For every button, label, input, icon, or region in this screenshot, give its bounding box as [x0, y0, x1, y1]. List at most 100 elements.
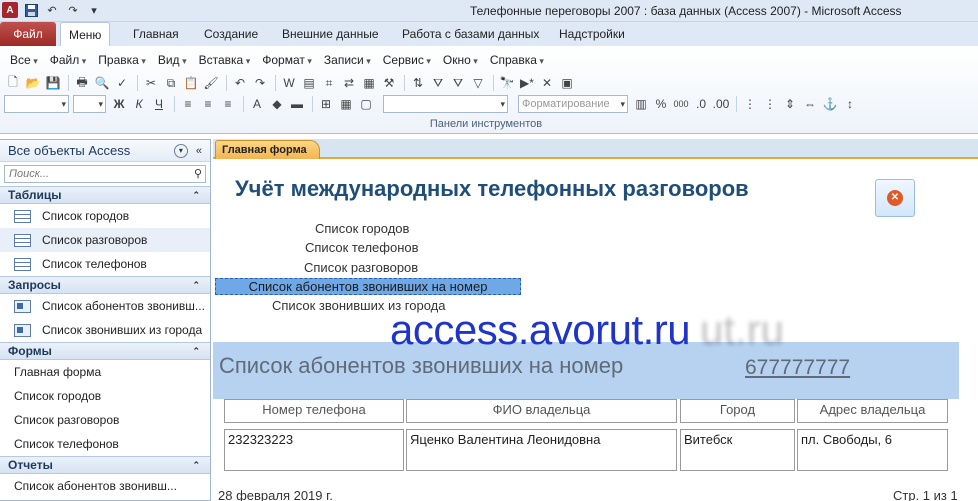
bold-icon[interactable]: Ж	[110, 95, 128, 113]
special-effect-icon[interactable]: ▢	[357, 95, 375, 113]
menu-insert[interactable]: Вставка	[193, 53, 257, 67]
italic-icon[interactable]: К	[130, 95, 148, 113]
border-icon[interactable]: ▦	[337, 95, 355, 113]
relationships-icon[interactable]: ⇄	[340, 74, 358, 92]
sort-icon[interactable]: ⇅	[409, 74, 427, 92]
code-icon[interactable]: ⌗	[320, 74, 338, 92]
nav-item-form[interactable]: Главная форма	[0, 301, 230, 384]
nav-group-tables[interactable]: Таблицы ⌃	[0, 186, 210, 204]
format-painter-icon[interactable]: 🖌	[202, 74, 220, 92]
tab-home[interactable]: Главная	[125, 22, 187, 46]
find-icon[interactable]: 🔭	[498, 74, 516, 92]
paste-icon[interactable]: 📋	[182, 74, 200, 92]
nav-item-table[interactable]: Список телефонов	[0, 252, 210, 276]
redo-icon[interactable]: ↷	[65, 2, 81, 18]
open-icon[interactable]: 📂	[24, 74, 42, 92]
thousands-icon[interactable]: 000	[672, 95, 690, 113]
tab-create[interactable]: Создание	[196, 22, 266, 46]
tab-file[interactable]: Файл	[0, 22, 56, 46]
access-app-icon[interactable]: A	[2, 2, 18, 18]
link-subscribers-called[interactable]: Список абонентов звонивших на номер	[215, 278, 521, 295]
nav-item-form[interactable]: Список разговоров	[0, 301, 230, 432]
filter-selection-icon[interactable]: ⛛	[429, 74, 447, 92]
format-combo[interactable]: Форматирование	[518, 95, 628, 113]
align-right-icon[interactable]: ≡	[219, 95, 237, 113]
conditional-format-icon[interactable]: ▥	[632, 95, 650, 113]
delete-record-icon[interactable]: ✕	[538, 74, 556, 92]
tab-database-tools[interactable]: Работа с базами данных	[394, 22, 547, 46]
underline-icon[interactable]: Ч	[150, 95, 168, 113]
search-input[interactable]	[5, 168, 175, 180]
link-calls[interactable]: Список разговоров	[304, 260, 418, 275]
nav-item-form[interactable]: Список телефонов	[0, 301, 230, 456]
nav-item-table[interactable]: Список городов	[0, 204, 210, 228]
close-form-button[interactable]: ✕	[875, 179, 915, 217]
print-preview-icon[interactable]: 🔍	[93, 74, 111, 92]
copy-icon[interactable]: ⧉	[162, 74, 180, 92]
object-combo[interactable]	[4, 95, 69, 113]
tab-menu[interactable]: Меню	[60, 22, 111, 46]
line-color-icon[interactable]: ▬	[288, 95, 306, 113]
undo-icon[interactable]: ↶	[231, 74, 249, 92]
menu-edit[interactable]: Правка	[92, 53, 152, 67]
analyze-icon[interactable]: ▤	[300, 74, 318, 92]
new-record-icon[interactable]: ▶*	[518, 74, 536, 92]
chevron-down-icon[interactable]: ▾	[173, 143, 188, 158]
font-size-combo[interactable]	[73, 95, 106, 113]
menu-all[interactable]: Все	[4, 53, 44, 67]
font-color-icon[interactable]: A	[248, 95, 266, 113]
nav-group-forms[interactable]: Формы ⌃	[0, 342, 210, 360]
menu-tools[interactable]: Сервис	[377, 53, 437, 67]
table-combo[interactable]	[383, 95, 508, 113]
link-cities[interactable]: Список городов	[315, 221, 409, 236]
office-links-icon[interactable]: W	[280, 74, 298, 92]
properties-icon[interactable]: ▦	[360, 74, 378, 92]
spacing-icon[interactable]: ⇕	[781, 95, 799, 113]
menu-window[interactable]: Окно	[437, 53, 484, 67]
customize-icon[interactable]: ▾	[86, 2, 102, 18]
filter-form-icon[interactable]: ⛛	[449, 74, 467, 92]
align-objects-icon[interactable]: ⋮	[741, 95, 759, 113]
collapse-pane-icon[interactable]: «	[196, 145, 202, 157]
nav-header[interactable]: Все объекты Access ▾ «	[0, 140, 210, 162]
tab-addins[interactable]: Надстройки	[551, 22, 633, 46]
link-phones[interactable]: Список телефонов	[305, 240, 419, 255]
save-icon[interactable]	[23, 2, 39, 18]
nav-item-table[interactable]: Список разговоров	[0, 228, 210, 252]
spelling-icon[interactable]: ✓	[113, 74, 131, 92]
save-icon[interactable]: 💾	[44, 74, 62, 92]
percent-icon[interactable]: %	[652, 95, 670, 113]
nav-item-query[interactable]: Список абонентов звонивш...	[0, 294, 210, 318]
nav-group-queries[interactable]: Запросы ⌃	[0, 276, 210, 294]
size-icon[interactable]: ⇔	[801, 95, 819, 113]
menu-records[interactable]: Записи	[318, 53, 377, 67]
menu-view[interactable]: Вид	[152, 53, 193, 67]
menu-format[interactable]: Формат	[256, 53, 318, 67]
decimal-decrease-icon[interactable]: .00	[712, 95, 730, 113]
nav-group-reports[interactable]: Отчеты ⌃	[0, 456, 210, 474]
undo-icon[interactable]: ↶	[44, 2, 60, 18]
decimal-icon[interactable]: .0	[692, 95, 710, 113]
new-icon[interactable]: 🗋	[4, 74, 22, 92]
fill-color-icon[interactable]: ◆	[268, 95, 286, 113]
align-objects-icon-2[interactable]: ⋮	[761, 95, 779, 113]
nav-search[interactable]: ⚲	[4, 165, 206, 183]
menu-help[interactable]: Справка	[484, 53, 550, 67]
nav-item-form[interactable]: Список городов	[0, 301, 230, 408]
tab-main-form[interactable]: Главная форма	[215, 140, 443, 313]
database-window-icon[interactable]: ▣	[558, 74, 576, 92]
menu-file[interactable]: Файл	[44, 53, 93, 67]
toggle-filter-icon[interactable]: ▽	[469, 74, 487, 92]
search-icon[interactable]: ⚲	[194, 167, 202, 180]
gridlines-icon[interactable]: ⊞	[317, 95, 335, 113]
cut-icon[interactable]: ✂	[142, 74, 160, 92]
redo-icon[interactable]: ↷	[251, 74, 269, 92]
more-icon[interactable]: ↕	[841, 95, 859, 113]
nav-item-query[interactable]: Список звонивших из города	[0, 318, 210, 342]
anchor-icon[interactable]: ⚓	[821, 95, 839, 113]
print-icon[interactable]: 🖶	[73, 74, 91, 92]
nav-item-report[interactable]: Список абонентов звонивш...	[0, 474, 230, 498]
align-center-icon[interactable]: ≡	[199, 95, 217, 113]
align-left-icon[interactable]: ≡	[179, 95, 197, 113]
tab-external-data[interactable]: Внешние данные	[274, 22, 387, 46]
